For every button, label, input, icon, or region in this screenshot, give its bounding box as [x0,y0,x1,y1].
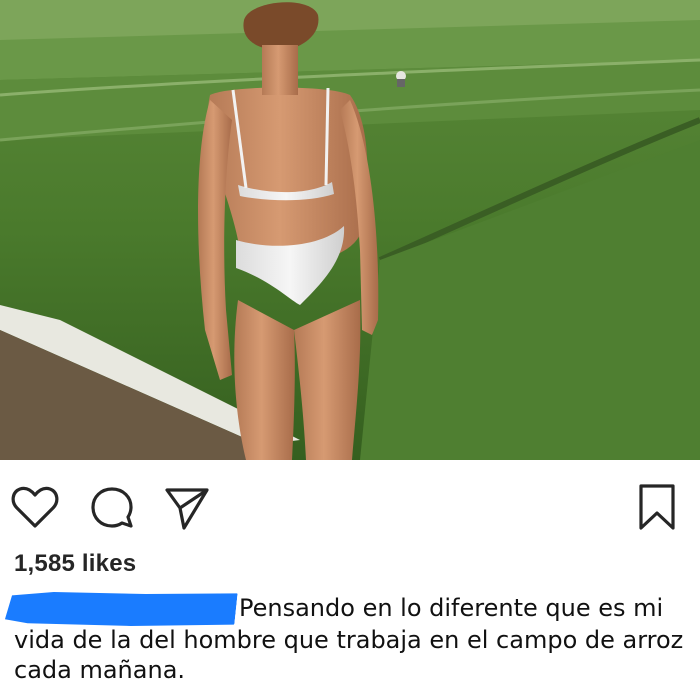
comment-icon[interactable] [85,480,139,534]
heart-icon[interactable] [8,480,62,534]
action-bar [0,470,700,540]
bookmark-icon[interactable] [630,480,684,534]
post-photo[interactable] [0,0,700,460]
caption-line: Pensando en lo diferente que es mi [239,594,664,622]
username-redaction [4,592,238,626]
instagram-post: 1,585 likes Pensando en lo diferente que… [0,0,700,695]
caption-line: vida de la del hombre que trabaja en el … [14,626,684,654]
likes-count[interactable]: 1,585 likes [14,550,136,578]
caption-line: cada mañana. [14,656,186,684]
paper-plane-icon[interactable] [160,480,214,534]
